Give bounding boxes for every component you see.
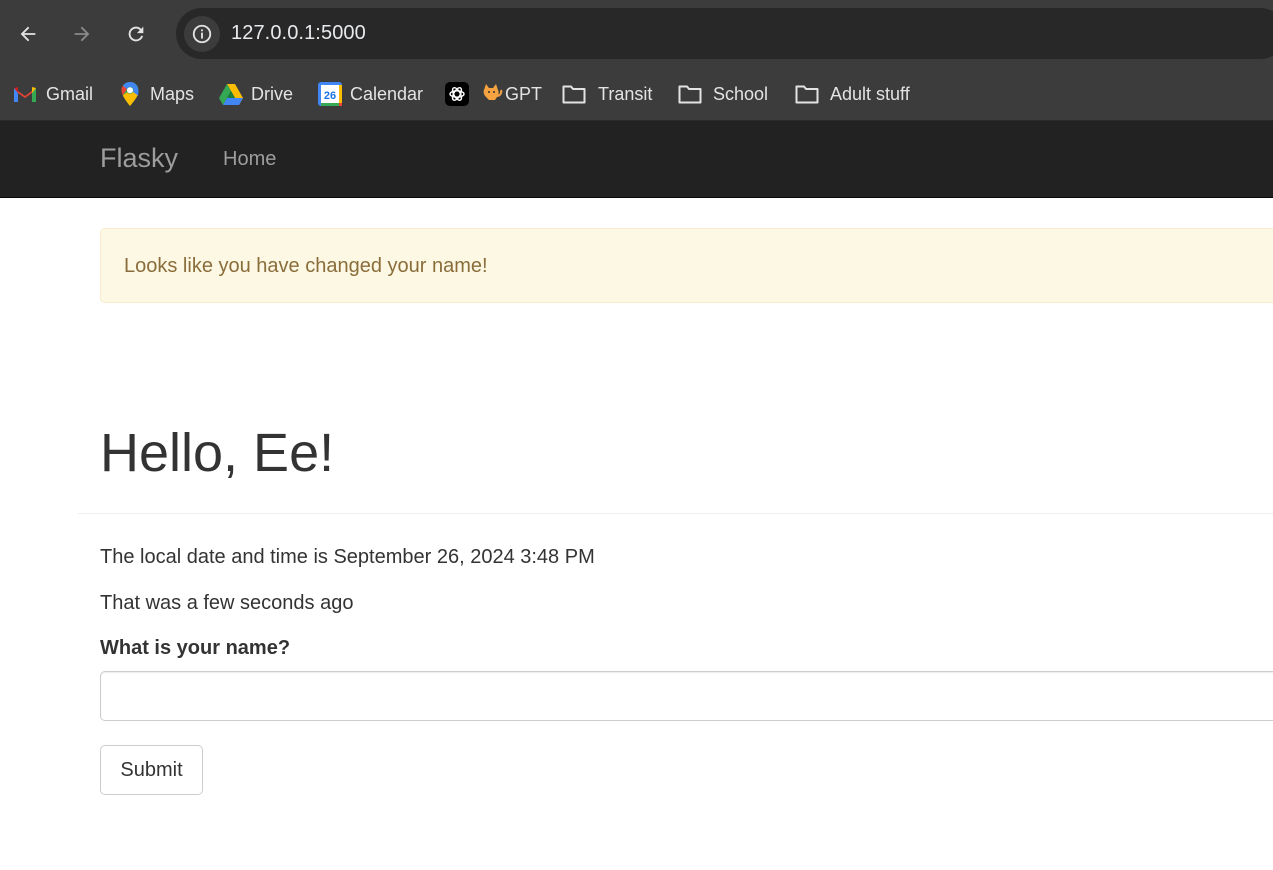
bookmark-maps[interactable]: Maps — [118, 77, 194, 111]
bookmark-label: Drive — [251, 83, 294, 104]
forward-button[interactable] — [66, 18, 98, 50]
flash-alert: Looks like you have changed your name! — [100, 228, 1273, 303]
nav-link-home[interactable]: Home — [223, 148, 276, 171]
name-input[interactable] — [100, 671, 1273, 721]
folder-icon — [678, 82, 702, 106]
bookmark-transit[interactable]: Transit — [562, 77, 652, 111]
url-text[interactable]: 127.0.0.1:5000 — [231, 22, 366, 45]
datetime-text: The local date and time is September 26,… — [100, 546, 595, 568]
site-navbar: Flasky Home — [0, 121, 1273, 198]
gmail-icon — [13, 82, 37, 106]
navbar-brand[interactable]: Flasky — [100, 143, 178, 174]
name-label: What is your name? — [100, 637, 291, 659]
arrow-left-icon — [20, 26, 36, 42]
arrow-right-icon — [74, 26, 90, 42]
info-icon — [192, 24, 212, 44]
bookmark-adult-stuff[interactable]: Adult stuff — [795, 77, 910, 111]
folder-icon — [562, 82, 586, 106]
site-info-button[interactable] — [184, 16, 220, 52]
bookmark-calendar[interactable]: 26 Calendar — [318, 77, 423, 111]
maps-icon — [118, 82, 142, 106]
bookmark-label: Adult stuff — [830, 83, 910, 104]
bookmark-drive[interactable]: Drive — [219, 77, 293, 111]
reload-icon — [128, 26, 144, 42]
openai-icon — [445, 82, 469, 106]
drive-icon — [219, 82, 243, 106]
calendar-icon: 26 — [318, 82, 342, 106]
bookmark-label: School — [713, 83, 769, 104]
address-bar[interactable]: 127.0.0.1:5000 — [176, 8, 1273, 59]
bookmark-school[interactable]: School — [678, 77, 768, 111]
bookmarks-bar: Gmail Maps Drive 26 Calendar GPT Transit… — [0, 67, 1273, 121]
page-header: Hello, Ee! — [78, 420, 1273, 514]
bookmark-gmail[interactable]: Gmail — [13, 77, 93, 111]
bookmark-label: Gmail — [46, 83, 94, 104]
bookmark-label: Calendar — [350, 83, 424, 104]
bookmark-label: Maps — [150, 83, 195, 104]
back-button[interactable] — [12, 18, 44, 50]
page-title: Hello, Ee! — [100, 423, 335, 483]
reload-button[interactable] — [120, 18, 152, 50]
calendar-badge: 26 — [324, 90, 336, 102]
cat-emoji-icon — [481, 82, 503, 107]
bookmark-label: GPT — [505, 83, 543, 104]
relative-time-text: That was a few seconds ago — [100, 592, 354, 614]
bookmark-label: Transit — [598, 83, 653, 104]
bookmark-gpt[interactable]: GPT — [445, 77, 542, 111]
submit-button[interactable]: Submit — [100, 745, 203, 795]
folder-icon — [795, 82, 819, 106]
alert-message: Looks like you have changed your name! — [124, 255, 488, 277]
browser-toolbar: 127.0.0.1:5000 — [0, 0, 1273, 67]
